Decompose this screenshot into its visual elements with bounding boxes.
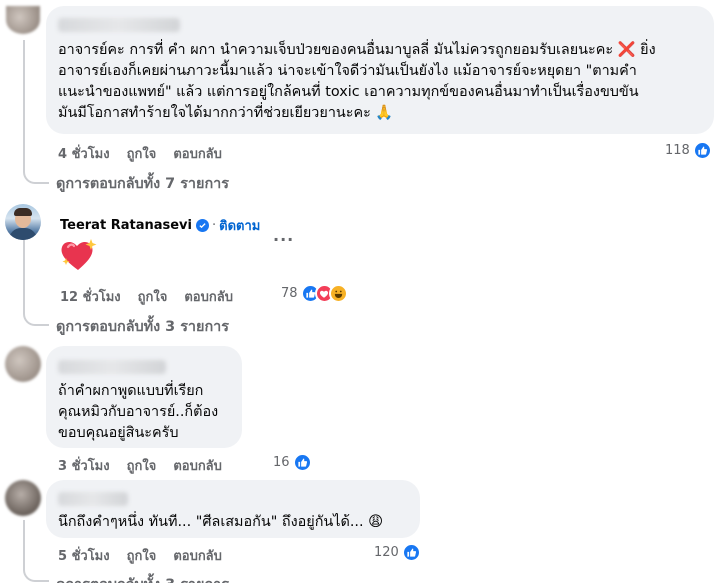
comment-line: อาจารย์คะ การที่ คำ ผกา นำความเจ็บป่วยขอ… [58,42,656,58]
comment-line: ถ้าคำผกาพูดแบบที่เรียก [58,383,204,399]
comment-time[interactable]: 12 ชั่วโมง [60,286,121,307]
comment-bubble: นึกถึงคำๆหนึ่ง ทันที... "ศีลเสมอกัน" ถึง… [46,480,420,538]
more-options-icon[interactable]: ··· [273,230,294,249]
reaction-number: 16 [273,455,290,470]
reply-button[interactable]: ตอบกลับ [173,143,222,164]
reply-button[interactable]: ตอบกลับ [173,455,222,476]
comment-time[interactable]: 3 ชั่วโมง [58,455,110,476]
comment-bubble: อาจารย์คะ การที่ คำ ผกา นำความเจ็บป่วยขอ… [46,6,714,134]
reaction-count[interactable]: 16 [273,453,312,472]
comment-actions: 3 ชั่วโมง ถูกใจ ตอบกลับ [58,455,239,476]
comment-text: อาจารย์คะ การที่ คำ ผกา นำความเจ็บป่วยขอ… [58,40,702,124]
thread-elbow [23,558,49,582]
view-replies-link[interactable]: ดูการตอบกลับทั้ง 7 รายการ [56,172,229,195]
reaction-number: 78 [281,286,298,301]
reply-button[interactable]: ตอบกลับ [184,286,233,307]
author-row: Teerat Ratanasevi · ติดตาม [60,215,260,236]
sparkling-heart-icon [61,239,97,270]
reaction-count[interactable]: 118 [665,141,712,160]
comment-time[interactable]: 5 ชั่วโมง [58,545,110,566]
like-button[interactable]: ถูกใจ [138,286,168,307]
reaction-count[interactable]: 120 [374,543,421,562]
avatar[interactable] [5,346,41,382]
like-icon [692,141,712,160]
like-button[interactable]: ถูกใจ [127,143,157,164]
comment-line: นึกถึงคำๆหนึ่ง ทันที... "ศีลเสมอกัน" ถึง… [58,514,384,530]
avatar[interactable] [5,204,41,240]
like-icon [401,543,421,562]
verified-badge-icon [195,219,209,232]
thread-elbow [23,296,49,326]
comment-text: ถ้าคำผกาพูดแบบที่เรียก คุณหมิวกับอาจารย์… [58,381,230,444]
view-replies-link[interactable]: ดูการตอบกลับทั้ง 3 รายการ [56,573,229,583]
blurred-author-name[interactable] [58,360,166,374]
follow-button[interactable]: ติดตาม [219,215,260,236]
comment-actions: 12 ชั่วโมง ถูกใจ ตอบกลับ [60,286,250,307]
like-icon [292,453,312,472]
separator: · [211,218,217,233]
comment-bubble: ถ้าคำผกาพูดแบบที่เรียก คุณหมิวกับอาจารย์… [46,346,242,448]
comment-actions: 4 ชั่วโมง ถูกใจ ตอบกลับ [58,143,239,164]
author-name[interactable]: Teerat Ratanasevi [60,218,192,233]
avatar[interactable] [6,6,40,34]
comment-line: ขอบคุณอยู่สินะครับ [58,425,179,441]
comment-line: อาจารย์เองก็เคยผ่านภาวะนี้มาแล้ว น่าจะเข… [58,63,637,79]
avatar-hair [14,208,32,216]
view-replies-link[interactable]: ดูการตอบกลับทั้ง 3 รายการ [56,315,229,338]
reply-button[interactable]: ตอบกลับ [173,545,222,566]
blurred-author-name[interactable] [58,492,128,506]
haha-icon [328,284,348,303]
comment-line: มันมีโอกาสทำร้ายใจได้มากกว่าที่ช่วยเยียว… [58,105,394,121]
reaction-number: 120 [374,545,399,560]
avatar-shirt [9,228,37,240]
like-button[interactable]: ถูกใจ [127,545,157,566]
comment-actions: 5 ชั่วโมง ถูกใจ ตอบกลับ [58,545,239,566]
comment-text: นึกถึงคำๆหนึ่ง ทันที... "ศีลเสมอกัน" ถึง… [58,512,408,533]
comment-time[interactable]: 4 ชั่วโมง [58,143,110,164]
like-button[interactable]: ถูกใจ [127,455,157,476]
blurred-author-name[interactable] [58,18,180,32]
reaction-count[interactable]: 78 [281,284,348,303]
comment-line: แนะนำของแพทย์" แล้ว แต่การอยู่ใกล้คนที่ … [58,84,639,100]
comment-line: คุณหมิวกับอาจารย์..ก็ต้อง [58,404,219,420]
reaction-number: 118 [665,143,690,158]
avatar[interactable] [5,480,41,516]
thread-elbow [23,150,49,184]
